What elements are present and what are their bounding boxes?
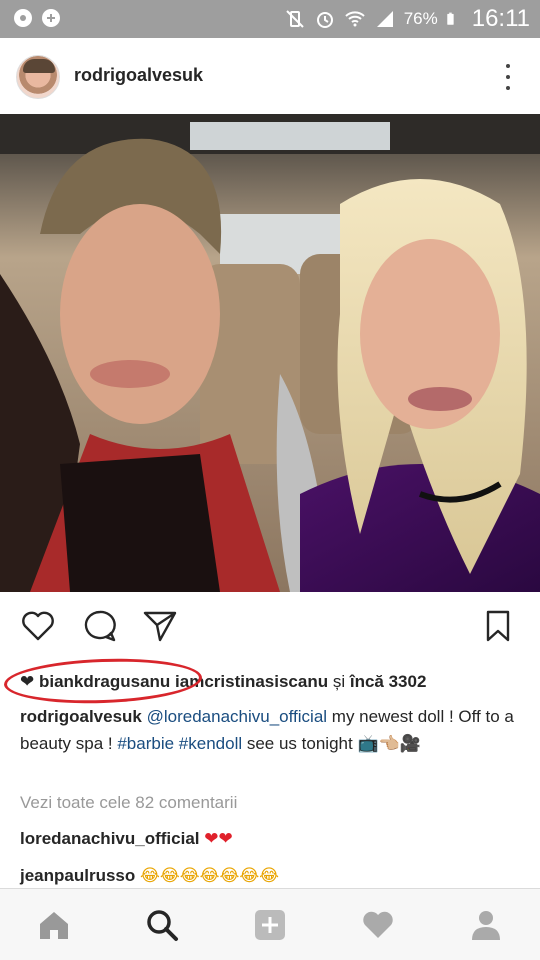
likes-more-count[interactable]: încă 3302 [350, 672, 427, 691]
caption-text: see us tonight [242, 734, 358, 753]
bookmark-icon[interactable] [480, 608, 516, 644]
bottom-navigation [0, 888, 540, 960]
comment-text: ❤❤ [204, 829, 233, 848]
post-username[interactable]: rodrigoalvesuk [74, 65, 203, 86]
add-post-icon[interactable] [252, 907, 288, 943]
post-header: rodrigoalvesuk [0, 38, 540, 114]
avatar[interactable] [16, 55, 60, 99]
comment-text: 😂😂😂😂😂😂😂 [140, 866, 280, 885]
vibrate-mute-icon [285, 10, 304, 28]
caption-mention[interactable]: @loredanachivu_official [147, 707, 327, 726]
likes-connector: și [328, 672, 350, 691]
liker-username[interactable]: biankdragusanu [39, 672, 170, 691]
heart-outline-icon[interactable] [20, 608, 56, 644]
post-photo[interactable] [0, 114, 540, 592]
post-caption: rodrigoalvesuk @loredanachivu_official m… [20, 703, 520, 757]
caption-hashtag[interactable]: #kendoll [179, 734, 242, 753]
view-all-comments-link[interactable]: Vezi toate cele 82 comentarii [20, 793, 237, 813]
caption-emojis: 📺👈🏼🎥 [357, 734, 421, 753]
status-right: 76% 16:11 [284, 4, 530, 34]
caption-hashtag[interactable]: #barbie [117, 734, 174, 753]
home-icon[interactable] [36, 907, 72, 943]
signal-icon [376, 11, 393, 27]
search-icon[interactable] [144, 907, 180, 943]
wifi-icon [344, 11, 365, 27]
battery-percentage: 76% [403, 9, 438, 28]
more-options-icon[interactable] [504, 64, 512, 90]
heart-icon[interactable] [360, 907, 396, 943]
status-bar: 76% 16:11 [0, 0, 540, 38]
alarm-icon [316, 12, 333, 28]
likes-line: ❤ biankdragusanu iamcristinasiscanu și î… [20, 672, 426, 692]
liker-username[interactable]: iamcristinasiscanu [175, 672, 328, 691]
comment-item: jeanpaulrusso 😂😂😂😂😂😂😂 [20, 866, 279, 886]
comment-username[interactable]: loredanachivu_official [20, 829, 200, 848]
comment-item: loredanachivu_official ❤❤ [20, 829, 233, 849]
profile-icon[interactable] [468, 907, 504, 943]
likes-heart-icon: ❤ [20, 672, 35, 691]
google-photos-icon [14, 9, 32, 27]
status-left [12, 7, 62, 29]
battery-icon [446, 12, 454, 25]
caption-author[interactable]: rodrigoalvesuk [20, 707, 142, 726]
photo-illustration [0, 114, 540, 592]
post-actions [0, 596, 540, 656]
paper-plane-icon[interactable] [142, 608, 178, 644]
settings-notification-icon [42, 9, 60, 27]
comment-bubble-icon[interactable] [82, 608, 118, 644]
comment-username[interactable]: jeanpaulrusso [20, 866, 135, 885]
clock: 16:11 [471, 5, 530, 32]
